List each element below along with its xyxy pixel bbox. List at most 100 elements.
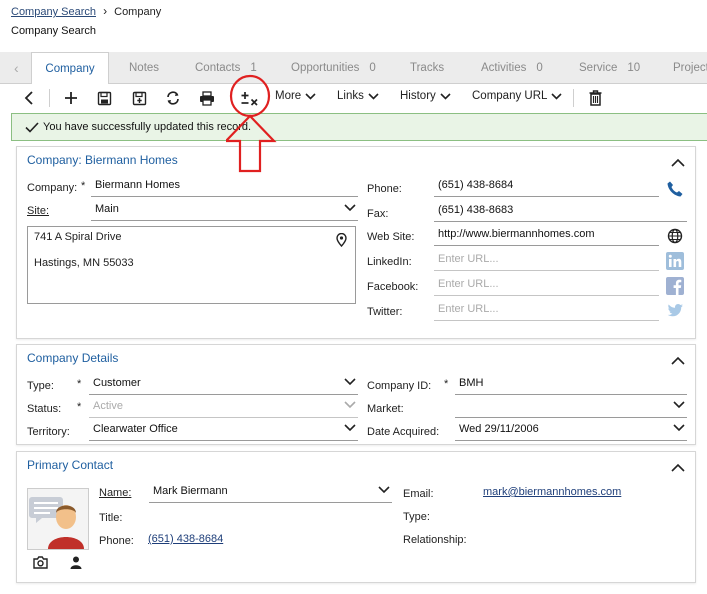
tab-count: 1 <box>250 62 257 74</box>
person-icon[interactable] <box>70 556 82 569</box>
tab-service[interactable]: Service 10 <box>579 52 640 84</box>
chevron-up-icon[interactable] <box>671 156 685 170</box>
tab-count: 10 <box>627 62 641 74</box>
address-line-2: Hastings, MN 55033 <box>34 257 134 269</box>
tab-contacts[interactable]: Contacts 1 <box>195 52 257 84</box>
twitter-label: Twitter: <box>367 306 403 318</box>
tab-company[interactable]: Company <box>31 52 109 85</box>
links-menu-label: Links <box>337 90 364 102</box>
required-marker: * <box>77 378 82 390</box>
chevron-down-icon <box>305 92 316 100</box>
linkedin-field[interactable]: Enter URL... <box>434 251 659 271</box>
territory-select[interactable]: Clearwater Office <box>89 421 358 441</box>
chevron-down-icon <box>551 92 562 100</box>
chevron-down-icon <box>378 486 390 494</box>
company-details-card: Company Details Type: * Customer Status:… <box>16 344 696 445</box>
tab-activities[interactable]: Activities 0 <box>481 52 543 84</box>
company-id-label: Company ID: <box>367 380 432 392</box>
chevron-down-icon <box>673 424 685 432</box>
avatar <box>27 488 89 550</box>
contact-relationship-label: Relationship: <box>403 534 467 546</box>
tabs-scroll-left-icon[interactable]: ‹ <box>14 60 19 76</box>
tab-label: Notes <box>129 62 160 74</box>
company-url-menu-label: Company URL <box>472 90 548 102</box>
chevron-up-icon[interactable] <box>671 354 685 368</box>
tab-notes[interactable]: Notes <box>129 52 159 84</box>
save-and-close-icon[interactable] <box>130 88 148 108</box>
website-label: Web Site: <box>367 231 415 243</box>
contact-phone-label: Phone: <box>99 535 134 547</box>
contact-name-select[interactable]: Mark Biermann <box>149 483 392 503</box>
add-icon[interactable] <box>62 88 80 108</box>
breadcrumb-separator-icon: › <box>103 4 108 18</box>
tab-label: Activities <box>481 62 527 74</box>
required-marker: * <box>444 378 449 390</box>
facebook-field[interactable]: Enter URL... <box>434 276 659 296</box>
tab-label: Projects <box>673 62 707 74</box>
linkedin-icon[interactable] <box>666 252 684 270</box>
globe-icon[interactable] <box>667 228 685 246</box>
twitter-field[interactable]: Enter URL... <box>434 301 659 321</box>
map-pin-icon[interactable] <box>336 233 347 247</box>
tab-opportunities[interactable]: Opportunities 0 <box>291 52 376 84</box>
linkedin-label: LinkedIn: <box>367 256 412 268</box>
links-menu[interactable]: Links <box>337 90 379 102</box>
tab-label: Opportunities <box>291 62 360 74</box>
print-icon[interactable] <box>197 88 217 108</box>
save-icon[interactable] <box>95 88 113 108</box>
date-acquired-field[interactable]: Wed 29/11/2006 <box>455 421 687 441</box>
tab-bar: ‹ Company Notes Contacts 1 Opportunities 0… <box>0 52 707 85</box>
required-marker: * <box>81 180 86 192</box>
site-select[interactable]: Main <box>91 201 358 221</box>
tab-count: 0 <box>369 62 376 74</box>
clear-calculation-icon[interactable] <box>240 88 260 108</box>
twitter-icon[interactable] <box>666 302 684 320</box>
territory-label: Territory: <box>27 426 70 438</box>
breadcrumb-link-company-search[interactable]: Company Search <box>11 6 96 18</box>
toolbar-divider <box>49 89 50 107</box>
status-value: Active <box>93 400 123 412</box>
site-label[interactable]: Site: <box>27 205 49 217</box>
company-url-menu[interactable]: Company URL <box>472 90 562 102</box>
website-field[interactable]: http://www.biermannhomes.com <box>434 226 659 246</box>
history-menu-label: History <box>400 90 436 102</box>
phone-field[interactable]: (651) 438-8684 <box>434 177 659 197</box>
facebook-icon[interactable] <box>666 277 684 295</box>
address-box[interactable]: 741 A Spiral Drive Hastings, MN 55033 <box>27 226 356 304</box>
type-select[interactable]: Customer <box>89 375 358 395</box>
required-marker: * <box>77 401 82 413</box>
tab-label: Contacts <box>195 62 241 74</box>
contact-name-label[interactable]: Name: <box>99 487 131 499</box>
site-value: Main <box>95 203 119 215</box>
company-name-label: Company: <box>27 182 78 194</box>
date-acquired-value: Wed 29/11/2006 <box>459 423 539 435</box>
chevron-down-icon <box>344 401 356 409</box>
status-select: Active <box>89 398 358 418</box>
tab-tracks[interactable]: Tracks <box>410 52 444 84</box>
facebook-label: Facebook: <box>367 281 419 293</box>
chevron-up-icon[interactable] <box>671 461 685 475</box>
phone-icon[interactable] <box>666 180 684 198</box>
toolbar: More Links History Company URL <box>0 84 707 112</box>
delete-icon[interactable] <box>586 88 604 108</box>
company-name-field[interactable]: Biermann Homes <box>91 177 358 197</box>
company-id-field[interactable]: BMH <box>455 375 687 395</box>
chevron-down-icon <box>673 401 685 409</box>
contact-phone-link[interactable]: (651) 438-8684 <box>148 533 223 545</box>
chevron-down-icon <box>440 92 451 100</box>
history-menu[interactable]: History <box>400 90 451 102</box>
refresh-icon[interactable] <box>163 88 183 108</box>
contact-type-label: Type: <box>403 511 430 523</box>
fax-field[interactable]: (651) 438-8683 <box>434 202 687 222</box>
tab-projects[interactable]: Projects <box>673 52 707 84</box>
contact-email-link[interactable]: mark@biermannhomes.com <box>483 486 621 498</box>
more-menu[interactable]: More <box>275 90 316 102</box>
more-menu-label: More <box>275 90 302 102</box>
type-label: Type: <box>27 380 54 392</box>
date-acquired-label: Date Acquired: <box>367 426 440 438</box>
camera-icon[interactable] <box>33 556 48 569</box>
market-label: Market: <box>367 403 404 415</box>
back-icon[interactable] <box>20 88 38 108</box>
market-select[interactable] <box>455 398 687 418</box>
chevron-down-icon <box>368 92 379 100</box>
